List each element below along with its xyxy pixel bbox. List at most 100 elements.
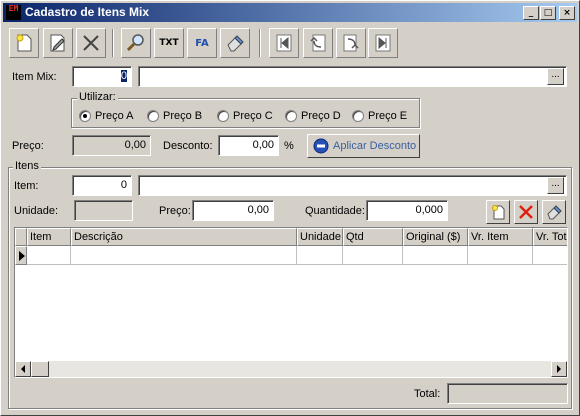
scroll-left-button[interactable]	[15, 361, 31, 377]
total-label: Total:	[414, 388, 441, 400]
item-mix-description-input[interactable]	[138, 66, 567, 87]
desconto-label: Desconto:	[163, 140, 213, 152]
radio-preco-e[interactable]: Preço E	[352, 110, 407, 122]
radio-preco-c[interactable]: Preço C	[217, 110, 273, 122]
close-button[interactable]: ×	[559, 6, 575, 20]
eraser-icon	[227, 35, 244, 52]
row-indicator-icon	[15, 246, 27, 265]
edit-icon	[50, 34, 65, 52]
toolbar-separator	[112, 29, 114, 57]
radio-label: Preço A	[95, 110, 134, 122]
column-header-item[interactable]: Item	[27, 228, 71, 246]
edit-record-button[interactable]	[43, 28, 73, 58]
item-mix-label: Item Mix:	[12, 71, 57, 83]
fa-icon: FA	[195, 37, 209, 49]
new-record-button[interactable]	[9, 28, 39, 58]
previous-record-icon	[310, 34, 326, 52]
window-title: Cadastro de Itens Mix	[25, 5, 150, 19]
minimize-button[interactable]: _	[523, 6, 539, 20]
cell-item[interactable]	[27, 246, 71, 265]
last-record-button[interactable]	[368, 28, 398, 58]
clear-button[interactable]	[220, 28, 250, 58]
radio-preco-b[interactable]: Preço B	[147, 110, 202, 122]
delete-record-button[interactable]	[76, 28, 106, 58]
item-label: Item:	[14, 180, 39, 192]
cell-descricao[interactable]	[71, 246, 297, 265]
toolbar-separator	[259, 29, 261, 57]
unidade-field	[74, 200, 133, 221]
next-record-button[interactable]	[336, 28, 366, 58]
radio-dot	[285, 110, 297, 122]
item-preco-label: Preço:	[159, 205, 191, 217]
export-txt-button[interactable]: TXT	[154, 28, 184, 58]
title-bar[interactable]: EM Cadastro de Itens Mix _ □ ×	[3, 3, 577, 22]
desconto-input[interactable]: 0,00	[218, 135, 279, 156]
txt-icon: TXT	[159, 38, 179, 48]
horizontal-scrollbar[interactable]	[15, 361, 567, 377]
cell-unidade[interactable]	[297, 246, 343, 265]
next-record-icon	[343, 34, 359, 52]
cell-vr-total[interactable]	[533, 246, 567, 265]
item-lookup-button[interactable]: ...	[547, 177, 564, 194]
cell-qtd[interactable]	[343, 246, 403, 265]
arrow-right-icon	[557, 365, 561, 373]
aplicar-desconto-button[interactable]: Aplicar Desconto	[307, 134, 420, 158]
radio-label: Preço C	[233, 110, 273, 122]
app-icon: EM	[6, 5, 21, 20]
add-item-button[interactable]	[486, 200, 510, 224]
maximize-button[interactable]: □	[540, 6, 556, 20]
radio-preco-a[interactable]: Preço A	[79, 110, 134, 122]
radio-label: Preço B	[163, 110, 203, 122]
items-grid[interactable]: Item Descrição Unidade Qtd Original ($) …	[14, 227, 568, 378]
column-header-qtd[interactable]: Qtd	[343, 228, 403, 246]
radio-dot	[79, 110, 91, 122]
first-record-button[interactable]	[269, 28, 299, 58]
aplicar-desconto-label: Aplicar Desconto	[333, 140, 417, 152]
scroll-right-button[interactable]	[551, 361, 567, 377]
new-document-icon	[492, 205, 505, 220]
table-row[interactable]	[15, 246, 567, 265]
main-window: EM Cadastro de Itens Mix _ □ × TXT FA It…	[0, 0, 580, 416]
first-record-icon	[276, 34, 292, 52]
item-mix-code-value: 0	[120, 70, 127, 82]
scroll-thumb[interactable]	[31, 361, 49, 377]
item-mix-lookup-button[interactable]: ...	[547, 68, 564, 85]
radio-preco-d[interactable]: Preço D	[285, 110, 341, 122]
radio-dot	[147, 110, 159, 122]
preco-field: 0,00	[72, 135, 151, 156]
radio-label: Preço E	[368, 110, 408, 122]
utilizar-title: Utilizar:	[77, 91, 118, 103]
remove-item-button[interactable]	[514, 200, 538, 224]
delete-x-icon	[83, 35, 99, 51]
column-header-vr-item[interactable]: Vr. Item	[468, 228, 533, 246]
radio-dot	[217, 110, 229, 122]
item-description-input[interactable]	[138, 175, 567, 196]
radio-dot	[352, 110, 364, 122]
item-mix-code-input[interactable]: 0	[72, 66, 132, 87]
unidade-label: Unidade:	[14, 205, 59, 217]
radio-label: Preço D	[301, 110, 341, 122]
cell-original[interactable]	[403, 246, 468, 265]
column-header-descricao[interactable]: Descrição	[71, 228, 297, 246]
column-header-original[interactable]: Original ($)	[403, 228, 468, 246]
item-code-input[interactable]: 0	[72, 175, 132, 196]
magnifier-icon	[126, 34, 144, 52]
last-record-icon	[375, 34, 391, 52]
percent-sign: %	[284, 140, 294, 152]
export-fa-button[interactable]: FA	[187, 28, 217, 58]
clear-item-button[interactable]	[542, 200, 566, 224]
total-field	[447, 383, 568, 404]
item-preco-input[interactable]: 0,00	[192, 200, 274, 221]
red-x-icon	[519, 205, 533, 219]
column-header-unidade[interactable]: Unidade	[297, 228, 343, 246]
minus-circle-icon	[313, 138, 329, 154]
cell-vr-item[interactable]	[468, 246, 533, 265]
previous-record-button[interactable]	[303, 28, 333, 58]
eraser-icon	[547, 205, 562, 220]
quantidade-input[interactable]: 0,000	[366, 200, 448, 221]
grid-header: Item Descrição Unidade Qtd Original ($) …	[15, 228, 567, 246]
search-button[interactable]	[121, 28, 151, 58]
quantidade-label: Quantidade:	[305, 205, 365, 217]
column-header-vr-total[interactable]: Vr. Tot	[533, 228, 567, 246]
itens-title: Itens	[13, 160, 41, 172]
